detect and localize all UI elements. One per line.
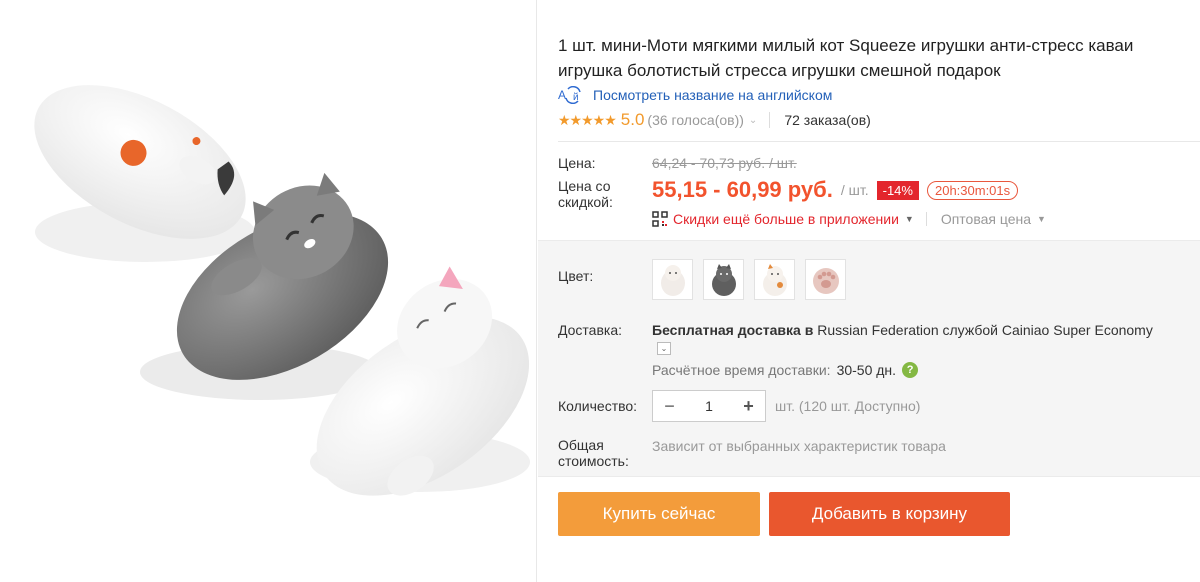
help-icon[interactable]: ? [902,362,919,378]
qr-code-icon [652,211,668,227]
quantity-available: шт. (120 шт. Доступно) [775,398,921,414]
calico-cat-thumbnail [762,263,787,296]
product-title: 1 шт. мини-Моти мягкими милый кот Squeez… [558,36,1134,80]
divider [769,112,771,128]
divider [925,212,927,226]
paw-thumbnail [812,267,839,294]
discount-badge: -14% [876,180,919,200]
votes-count[interactable]: (36 голоса(ов)) [647,112,744,128]
translate-icon: A й [558,86,581,104]
quantity-input[interactable]: 1 [686,398,732,414]
product-image-panel [0,0,537,582]
shipping-free-text: Бесплатная доставка в [652,322,814,338]
swatch-grey-cat[interactable] [703,259,744,300]
swatch-calico-cat[interactable] [754,259,795,300]
discount-price-label: Цена со скидкой: [558,178,613,210]
eta-label: Расчётное время доставки: [652,362,831,378]
quantity-minus-button[interactable]: − [653,396,686,417]
quantity-stepper: − 1 + [652,390,766,422]
countdown-timer: 20h:30m:01s [926,180,1019,200]
swatch-white-cat[interactable] [652,259,693,300]
product-details: 1 шт. мини-Моти мягкими милый кот Squeez… [538,0,1200,582]
app-discount-link[interactable]: Скидки ещё больше в приложении [673,211,899,227]
wholesale-price-link[interactable]: Оптовая цена [941,211,1031,227]
white-cat-thumbnail [660,264,685,296]
add-to-cart-button[interactable]: Добавить в корзину [769,492,1010,536]
rating-value: 5.0 [620,110,645,129]
total-cost-label: Общая стоимость: [558,437,629,469]
color-label: Цвет: [558,268,594,284]
caret-down-icon[interactable]: ▼ [1037,214,1046,224]
app-discount-row: Скидки ещё больше в приложении ▼ Оптовая… [652,211,1058,227]
svg-text:й: й [573,92,579,103]
divider [558,141,1200,142]
buy-now-button[interactable]: Купить сейчас [558,492,760,536]
price-row: 55,15 - 60,99 руб. / шт. -14% 20h:30m:01… [652,177,1019,203]
star-rating-icon: ★★★★★ [558,111,617,128]
chevron-down-icon[interactable]: ⌄ [657,342,671,355]
total-cost-hint: Зависит от выбранных характеристик товар… [652,438,946,454]
swatch-paw[interactable] [805,259,846,300]
translate-link[interactable]: A й Посмотреть название на английском [558,86,832,104]
quantity-label: Количество: [558,398,638,414]
rating-row: ★★★★★ 5.0 (36 голоса(ов)) ⌄ 72 заказа(ов… [558,110,871,130]
shipping-method-text[interactable]: Russian Federation службой Cainiao Super… [813,322,1153,338]
color-swatches [652,259,856,300]
current-price: 55,15 - 60,99 руб. [652,177,833,202]
eta-value: 30-50 дн. [836,362,897,378]
translate-link-label[interactable]: Посмотреть название на английском [593,87,832,103]
chevron-down-icon[interactable]: ⌄ [749,115,757,126]
shipping-info: Бесплатная доставка в Russian Federation… [652,321,1153,339]
product-image[interactable] [30,22,530,562]
grey-cat-thumbnail [711,263,736,296]
price-label: Цена: [558,155,596,171]
old-price: 64,24 - 70,73 руб. / шт. [652,155,797,171]
shipping-label: Доставка: [558,322,623,338]
quantity-plus-button[interactable]: + [732,396,765,417]
caret-down-icon[interactable]: ▼ [905,214,914,224]
svg-text:A: A [558,88,566,102]
delivery-eta: Расчётное время доставки: 30-50 дн. ? [652,362,919,378]
orders-count: 72 заказа(ов) [784,112,871,128]
price-unit: / шт. [840,182,869,198]
